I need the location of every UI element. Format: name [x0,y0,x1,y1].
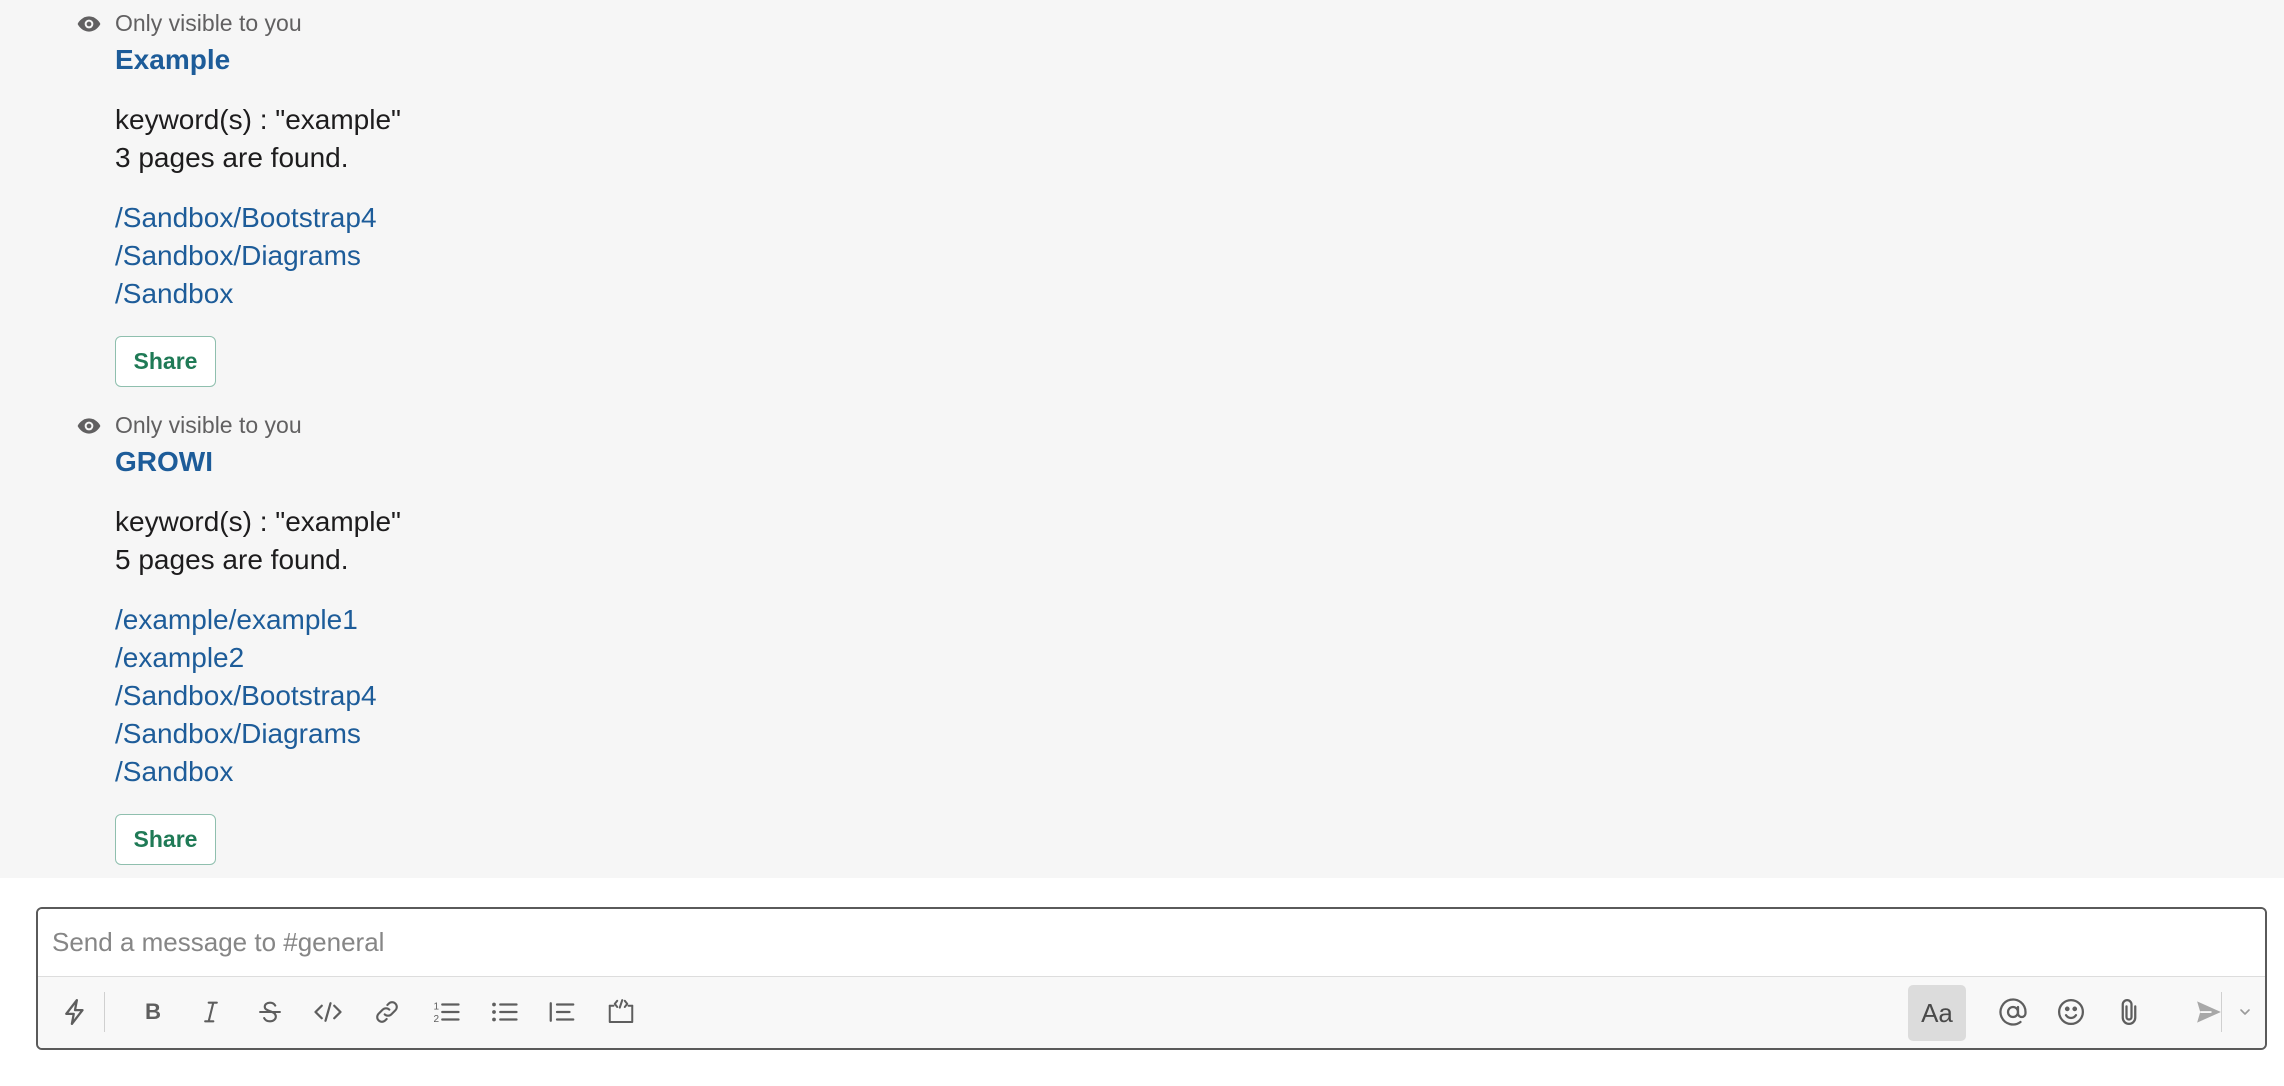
send-icon[interactable] [2187,990,2231,1034]
message-title-link[interactable]: Example [115,42,230,78]
svg-text:1: 1 [434,1002,440,1013]
share-button[interactable]: Share [115,814,216,865]
eye-icon [76,11,102,37]
formatting-toolbar: B 12 Aa [38,976,2265,1048]
results-count-text: 5 pages are found. [115,544,349,575]
page-link[interactable]: /Sandbox/Bootstrap4 [115,199,377,237]
keywords-text: keyword(s) : "example" [115,104,401,135]
keywords-text: keyword(s) : "example" [115,506,401,537]
visibility-note: Only visible to you [115,10,302,36]
eye-icon [76,413,102,439]
svg-text:2: 2 [434,1014,440,1025]
emoji-icon[interactable] [2049,990,2093,1034]
ordered-list-icon[interactable]: 12 [424,990,468,1034]
page-link[interactable]: /Sandbox/Bootstrap4 [115,677,377,715]
page-link[interactable]: /Sandbox/Diagrams [115,237,361,275]
toolbar-divider [104,992,105,1032]
bulleted-list-icon[interactable] [482,990,526,1034]
page-link[interactable]: /Sandbox [115,753,233,791]
results-count-text: 3 pages are found. [115,142,349,173]
svg-text:B: B [145,999,161,1024]
visibility-note: Only visible to you [115,412,302,438]
message-list: Only visible to you Example keyword(s) :… [0,0,2284,878]
message-input[interactable] [38,909,2265,976]
strikethrough-icon[interactable] [248,990,292,1034]
share-button[interactable]: Share [115,336,216,387]
code-block-icon[interactable] [599,990,643,1034]
format-toggle-button[interactable]: Aa [1908,985,1966,1041]
message-composer: B 12 Aa [36,907,2267,1050]
blockquote-icon[interactable] [540,990,584,1034]
page-link[interactable]: /example2 [115,639,244,677]
lightning-icon[interactable] [53,990,97,1034]
page-link[interactable]: /Sandbox [115,275,233,313]
code-icon[interactable] [306,990,350,1034]
italic-icon[interactable] [189,990,233,1034]
toolbar-divider [2221,992,2222,1032]
page-link[interactable]: /example/example1 [115,601,358,639]
at-mention-icon[interactable] [1991,990,2035,1034]
message-title-link[interactable]: GROWI [115,444,213,480]
link-icon[interactable] [365,990,409,1034]
page-link[interactable]: /Sandbox/Diagrams [115,715,361,753]
chevron-down-icon[interactable] [2227,990,2263,1034]
paperclip-icon[interactable] [2107,990,2151,1034]
bold-icon[interactable]: B [131,990,175,1034]
